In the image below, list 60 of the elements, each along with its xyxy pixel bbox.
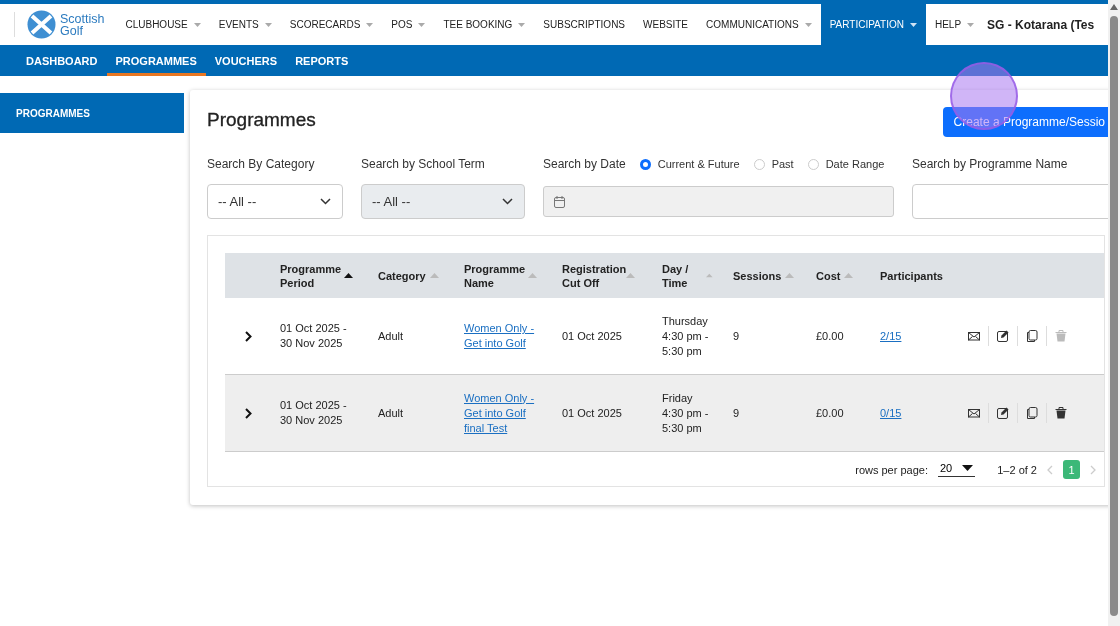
sidebar-item[interactable]: PROGRAMMES bbox=[0, 93, 184, 133]
column-header[interactable]: Programme Name bbox=[464, 261, 537, 290]
table-cell: Adult bbox=[378, 328, 404, 344]
subnav-tab[interactable]: DASHBOARD bbox=[17, 45, 107, 76]
column-header[interactable]: Registration Cut Off bbox=[562, 261, 635, 290]
filter-label: Search by Date bbox=[543, 157, 626, 171]
table-cell-text: Friday 4:30 pm - 5:30 pm bbox=[662, 390, 710, 436]
logo-icon bbox=[27, 10, 56, 39]
delete-icon bbox=[1055, 330, 1067, 342]
expand-button[interactable] bbox=[245, 407, 252, 419]
programme-link[interactable]: Women Only - Get into Golf bbox=[464, 321, 542, 351]
table-cell-text: 01 Oct 2025 - 30 Nov 2025 bbox=[280, 398, 348, 428]
rows-per-page-select[interactable]: 20 bbox=[938, 462, 976, 477]
participants-link[interactable]: 0/15 bbox=[880, 405, 902, 421]
subnav-tab[interactable]: VOUCHERS bbox=[205, 45, 287, 76]
column-header[interactable]: Category bbox=[378, 268, 439, 283]
email-icon bbox=[968, 407, 980, 419]
subnav-tab[interactable]: PROGRAMMES bbox=[106, 45, 206, 76]
delete-icon bbox=[1055, 407, 1067, 419]
logo-text: Scottish bbox=[60, 12, 105, 25]
chevron-down-icon bbox=[320, 198, 331, 205]
column-header[interactable]: Programme Period bbox=[280, 261, 353, 290]
column-header[interactable]: Sessions bbox=[733, 268, 795, 283]
programme-link[interactable]: Women Only - Get into Golf final Test bbox=[464, 390, 542, 436]
participants-link[interactable]: 2/15 bbox=[880, 328, 902, 344]
account-name: SG - Kotarana (Tes bbox=[987, 16, 1095, 34]
table-cell: 01 Oct 2025 bbox=[562, 328, 622, 344]
nav-menu-item[interactable]: PARTICIPATION bbox=[820, 4, 926, 45]
chevron-down-icon bbox=[502, 198, 513, 205]
calendar-icon bbox=[554, 195, 565, 208]
scroll-up-arrow-icon bbox=[1110, 4, 1118, 10]
rows-per-page-label: rows per page: bbox=[855, 463, 928, 476]
copy-icon bbox=[1026, 330, 1038, 342]
logo-text: Golf bbox=[60, 24, 84, 37]
edit-icon bbox=[997, 407, 1009, 419]
table-cell: Adult bbox=[378, 405, 404, 421]
table-cell: 01 Oct 2025 bbox=[562, 405, 622, 421]
scrollbar-thumb[interactable] bbox=[1110, 16, 1118, 616]
edit-icon bbox=[997, 330, 1009, 342]
table-cell-text: Thursday 4:30 pm - 5:30 pm bbox=[662, 313, 710, 359]
filter-label: Search by School Term bbox=[361, 157, 486, 171]
table-cell-text: 01 Oct 2025 - 30 Nov 2025 bbox=[280, 321, 348, 351]
chevron-right-icon bbox=[245, 330, 252, 342]
column-header[interactable]: Day / Time bbox=[662, 261, 713, 290]
filter-label: Search By Category bbox=[207, 157, 316, 171]
subnav-tab[interactable]: REPORTS bbox=[286, 45, 358, 76]
expand-button[interactable] bbox=[245, 330, 252, 342]
table-cell: £0.00 bbox=[816, 405, 844, 421]
column-header[interactable]: Cost bbox=[816, 268, 854, 283]
email-icon bbox=[968, 330, 980, 342]
table-cell: 9 bbox=[733, 405, 740, 421]
copy-icon bbox=[1026, 407, 1038, 419]
select-field[interactable]: -- All -- bbox=[207, 184, 343, 219]
chevron-right-icon bbox=[245, 407, 252, 419]
page-title: Programmes bbox=[207, 108, 316, 131]
dropdown-triangle-icon bbox=[962, 465, 974, 471]
page-range: 1–2 of 2 bbox=[997, 463, 1037, 476]
filter-label: Search by Programme Name bbox=[912, 157, 1069, 171]
table-cell: £0.00 bbox=[816, 328, 844, 344]
table-cell: 9 bbox=[733, 328, 740, 344]
